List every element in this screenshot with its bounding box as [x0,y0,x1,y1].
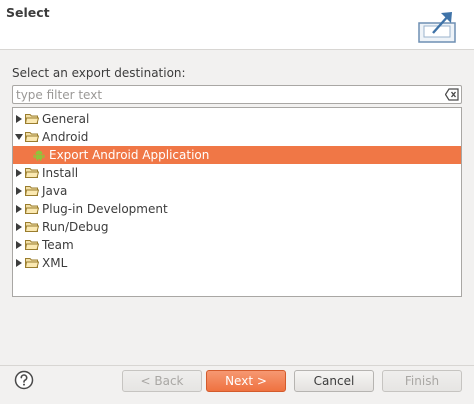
tree-item-android[interactable]: Android [13,128,461,146]
folder-icon [25,240,39,250]
finish-button[interactable]: Finish [382,370,462,392]
chevron-right-icon[interactable] [14,164,24,182]
tree-item-label: Team [42,238,74,252]
chevron-right-icon[interactable] [14,218,24,236]
clear-filter-icon[interactable] [445,88,459,101]
chevron-right-icon[interactable] [14,236,24,254]
button-bar-separator [0,365,474,366]
tree-item-xml[interactable]: XML [13,254,461,272]
folder-icon [25,114,39,124]
export-icon [418,12,456,43]
dialog-header: Select [0,0,474,50]
folder-icon [25,132,39,142]
tree-item-general[interactable]: General [13,110,461,128]
filter-field [12,85,462,104]
destination-tree[interactable]: General Android Export Android Applicati… [12,107,462,297]
tree-item-plug-in-development[interactable]: Plug-in Development [13,200,461,218]
chevron-right-icon[interactable] [14,182,24,200]
tree-item-team[interactable]: Team [13,236,461,254]
chevron-down-icon[interactable] [14,128,24,146]
chevron-right-icon[interactable] [14,110,24,128]
destination-label: Select an export destination: [12,66,186,80]
tree-item-export-android-application[interactable]: Export Android Application [13,146,461,164]
tree-item-label: Export Android Application [49,148,210,162]
chevron-right-icon[interactable] [14,200,24,218]
chevron-right-icon[interactable] [14,254,24,272]
cancel-button[interactable]: Cancel [294,370,374,392]
page-title: Select [6,5,50,20]
tree-item-label: Android [42,130,89,144]
help-icon[interactable] [14,370,34,390]
android-icon [33,150,45,161]
tree-item-label: Install [42,166,79,180]
back-button[interactable]: < Back [122,370,202,392]
tree-item-label: Java [42,184,68,198]
folder-icon [25,168,39,178]
tree-item-label: Plug-in Development [42,202,168,216]
tree-item-label: XML [42,256,68,270]
filter-input[interactable] [13,86,441,103]
tree-item-run-debug[interactable]: Run/Debug [13,218,461,236]
tree-item-label: General [42,112,90,126]
tree-item-java[interactable]: Java [13,182,461,200]
folder-icon [25,186,39,196]
next-button[interactable]: Next > [206,370,286,392]
folder-icon [25,204,39,214]
tree-item-label: Run/Debug [42,220,109,234]
folder-icon [25,222,39,232]
tree-item-install[interactable]: Install [13,164,461,182]
folder-icon [25,258,39,268]
